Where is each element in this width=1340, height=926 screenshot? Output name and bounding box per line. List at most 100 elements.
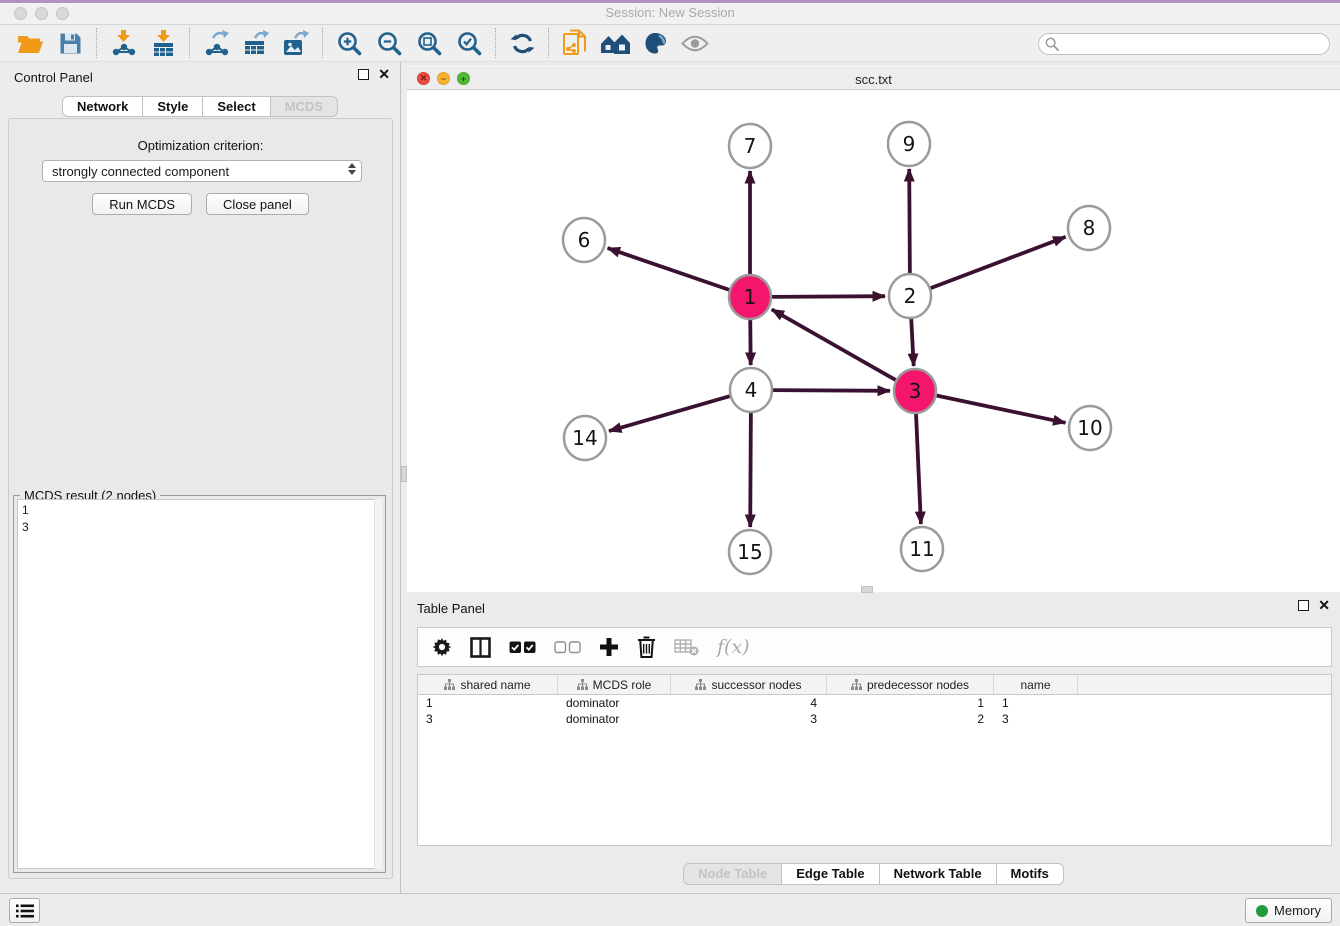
graph-edge-2-9[interactable] — [909, 169, 910, 276]
search-input[interactable] — [1059, 35, 1329, 53]
graph-edge-1-6[interactable] — [608, 248, 732, 290]
optimization-criterion-value: strongly connected component — [52, 164, 229, 179]
zoom-fit-button[interactable] — [409, 27, 449, 59]
zoom-in-button[interactable] — [329, 27, 369, 59]
graph-node-9[interactable]: 9 — [888, 122, 930, 166]
export-network-button[interactable] — [196, 27, 236, 59]
table-cell: 3 — [994, 711, 1078, 727]
table-tab-node-table[interactable]: Node Table — [683, 863, 782, 885]
select-all-button[interactable] — [509, 641, 536, 654]
open-folder-icon — [17, 32, 44, 55]
graph-edge-3-1[interactable] — [772, 309, 898, 381]
mcds-result-text[interactable]: 1 3 — [17, 499, 382, 869]
toolbar-separator — [189, 28, 190, 58]
export-image-icon — [282, 30, 310, 57]
column-type-icon — [851, 679, 862, 690]
graph-edge-2-3[interactable] — [911, 316, 914, 366]
graph-edge-3-10[interactable] — [935, 395, 1066, 423]
graph-edge-1-4[interactable] — [750, 317, 751, 365]
clone-network-button[interactable] — [555, 27, 595, 59]
network-canvas[interactable]: 7 9 6 8 1 2 4 3 14 10 15 11 — [407, 90, 1340, 592]
graph-edge-4-3[interactable] — [771, 390, 890, 391]
network-window-title: scc.txt — [407, 72, 1340, 87]
import-table-button[interactable] — [143, 27, 183, 59]
tab-select[interactable]: Select — [202, 96, 270, 117]
column-header-predecessor-nodes[interactable]: predecessor nodes — [827, 675, 994, 694]
graph-node-10[interactable]: 10 — [1069, 406, 1111, 450]
apply-style-icon — [643, 31, 668, 56]
graph-edge-4-14[interactable] — [609, 396, 732, 432]
close-table-panel-icon[interactable]: ✕ — [1318, 600, 1330, 611]
panel-menu-button[interactable] — [9, 898, 40, 923]
apply-layout-button[interactable] — [502, 27, 542, 59]
column-header-name[interactable]: name — [994, 675, 1078, 694]
import-network-button[interactable] — [103, 27, 143, 59]
result-scrollbar[interactable] — [374, 499, 382, 869]
graph-node-3[interactable]: 3 — [894, 369, 936, 413]
node-label: 10 — [1077, 416, 1102, 440]
home-button[interactable] — [595, 27, 635, 59]
graph-node-2[interactable]: 2 — [889, 274, 931, 318]
graph-node-6[interactable]: 6 — [563, 218, 605, 262]
save-session-button[interactable] — [50, 27, 90, 59]
zoom-selected-button[interactable] — [449, 27, 489, 59]
float-table-panel-icon[interactable] — [1298, 600, 1309, 611]
column-label: name — [1020, 678, 1050, 692]
horizontal-splitter-grip[interactable] — [861, 586, 873, 593]
show-hide-button[interactable] — [675, 27, 715, 59]
column-header-mcds-role[interactable]: MCDS role — [558, 675, 671, 694]
graph-edge-3-11[interactable] — [916, 411, 921, 524]
deselect-all-button[interactable] — [554, 641, 581, 654]
graph-node-1[interactable]: 1 — [729, 275, 771, 319]
table-cell: 3 — [671, 711, 827, 727]
table-cell: 4 — [671, 695, 827, 711]
main-toolbar — [0, 25, 1340, 62]
table-options-button[interactable] — [432, 637, 452, 657]
search-box[interactable] — [1038, 33, 1330, 55]
table-tab-edge-table[interactable]: Edge Table — [781, 863, 879, 885]
column-type-icon — [695, 679, 706, 690]
run-mcds-button[interactable]: Run MCDS — [92, 193, 192, 215]
tab-network[interactable]: Network — [62, 96, 143, 117]
memory-status-icon — [1256, 905, 1268, 917]
clone-network-icon — [562, 29, 589, 57]
graph-node-8[interactable]: 8 — [1068, 206, 1110, 250]
graph-node-15[interactable]: 15 — [729, 530, 771, 574]
table-row[interactable]: 3dominator323 — [418, 711, 1331, 727]
create-column-button[interactable] — [599, 637, 619, 657]
table-tab-motifs[interactable]: Motifs — [996, 863, 1064, 885]
export-table-icon — [243, 30, 269, 57]
tab-mcds[interactable]: MCDS — [270, 96, 338, 117]
export-table-button[interactable] — [236, 27, 276, 59]
column-label: successor nodes — [711, 678, 801, 692]
graph-node-4[interactable]: 4 — [730, 368, 772, 412]
graph-node-7[interactable]: 7 — [729, 124, 771, 168]
memory-button[interactable]: Memory — [1245, 898, 1332, 923]
apply-style-button[interactable] — [635, 27, 675, 59]
tab-style[interactable]: Style — [142, 96, 203, 117]
delete-columns-button[interactable] — [637, 636, 656, 658]
table-tab-network-table[interactable]: Network Table — [879, 863, 997, 885]
show-columns-button[interactable] — [470, 637, 491, 658]
mcds-result-group: MCDS result (2 nodes) 1 3 — [13, 495, 386, 873]
column-header-successor-nodes[interactable]: successor nodes — [671, 675, 827, 694]
table-row[interactable]: 1dominator411 — [418, 695, 1331, 711]
delete-table-button[interactable] — [674, 638, 699, 656]
graph-node-14[interactable]: 14 — [564, 416, 606, 460]
graph-node-11[interactable]: 11 — [901, 527, 943, 571]
close-panel-icon[interactable]: ✕ — [378, 69, 390, 80]
home-icon — [600, 32, 631, 55]
graph-edge-1-2[interactable] — [770, 296, 885, 297]
app-titlebar: Session: New Session — [0, 0, 1340, 25]
export-image-button[interactable] — [276, 27, 316, 59]
deselect-all-icon — [554, 641, 581, 654]
column-header-shared-name[interactable]: shared name — [418, 675, 558, 694]
zoom-out-button[interactable] — [369, 27, 409, 59]
open-session-button[interactable] — [10, 27, 50, 59]
float-panel-icon[interactable] — [358, 69, 369, 80]
function-builder-button[interactable]: f(x) — [717, 636, 750, 658]
graph-edge-4-15[interactable] — [750, 410, 751, 527]
close-panel-button[interactable]: Close panel — [206, 193, 309, 215]
graph-edge-2-8[interactable] — [929, 237, 1066, 289]
optimization-criterion-select[interactable]: strongly connected component — [42, 160, 362, 182]
